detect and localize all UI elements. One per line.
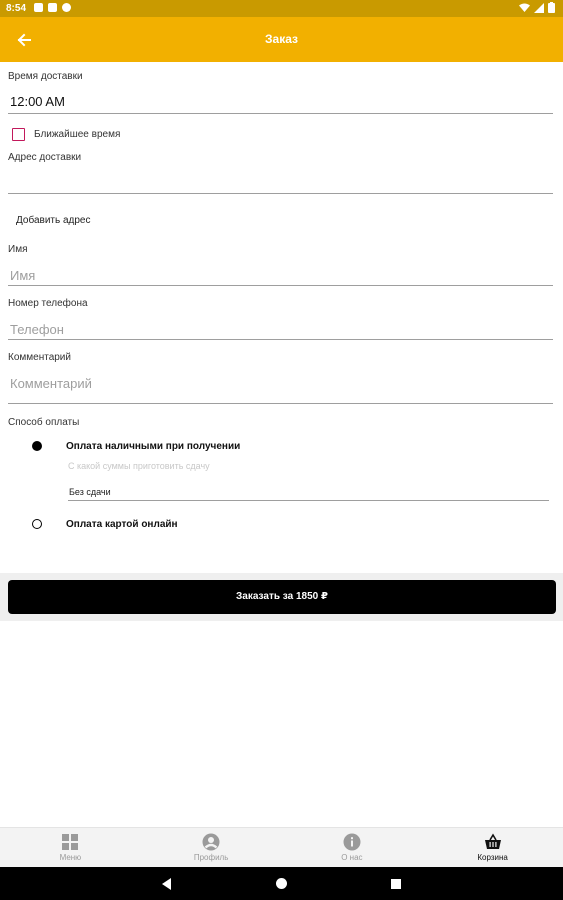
comment-label: Комментарий [8,352,71,363]
status-notification-icons [34,3,71,12]
payment-cash-label[interactable]: Оплата наличными при получении [66,441,240,452]
system-back-icon[interactable] [162,878,171,890]
system-home-icon[interactable] [276,878,287,889]
page-title: Заказ [265,32,298,46]
system-recents-icon[interactable] [391,879,401,889]
payment-card-radio[interactable] [32,519,42,529]
delivery-time-field[interactable]: 12:00 AM [8,88,553,114]
comment-placeholder: Комментарий [10,376,92,391]
change-amount-value: Без сдачи [69,487,111,497]
app-bar: Заказ [0,17,563,62]
phone-placeholder: Телефон [10,322,64,337]
wifi-icon [519,3,530,12]
change-hint: С какой суммы приготовить сдачу [68,461,210,471]
delivery-time-value: 12:00 AM [10,94,65,109]
notification-icon [34,3,43,12]
notification-icon [48,3,57,12]
delivery-time-label: Время доставки [8,71,83,82]
nearest-time-label: Ближайшее время [34,129,121,140]
nav-label-about: О нас [341,853,363,862]
payment-method-label: Способ оплаты [8,417,80,428]
place-order-button[interactable]: Заказать за 1850 ₽ [8,580,556,614]
name-placeholder: Имя [10,268,36,283]
nav-item-about[interactable]: О нас [282,828,423,867]
grid-icon [62,834,79,850]
nav-label-menu: Меню [59,853,82,862]
nearest-time-checkbox[interactable] [12,128,25,141]
phone-label: Номер телефона [8,298,88,309]
nav-label-profile: Профиль [193,853,229,862]
bottom-navigation: Меню Профиль О нас Корзина [0,827,563,867]
system-navigation-bar [0,867,563,900]
order-button-area: Заказать за 1850 ₽ [0,573,563,621]
payment-cash-radio[interactable] [32,441,42,451]
name-input[interactable]: Имя [8,260,553,286]
address-field[interactable] [8,168,553,194]
basket-icon [484,833,501,849]
add-address-button[interactable]: Добавить адрес [16,215,91,226]
nav-item-cart[interactable]: Корзина [422,828,563,867]
status-right-icons [519,2,555,13]
phone-input[interactable]: Телефон [8,314,553,340]
nav-item-menu[interactable]: Меню [0,828,141,867]
address-label: Адрес доставки [8,152,82,163]
info-icon [343,833,361,851]
name-label: Имя [8,244,28,255]
nav-item-profile[interactable]: Профиль [141,828,282,867]
payment-card-label[interactable]: Оплата картой онлайн [66,519,178,530]
profile-icon [202,833,220,851]
notification-icon [62,3,71,12]
comment-input[interactable]: Комментарий [8,368,553,404]
status-time: 8:54 [6,3,27,14]
battery-icon [548,2,555,13]
status-bar: 8:54 [0,0,563,17]
nav-label-cart: Корзина [477,853,508,862]
signal-icon [534,2,544,13]
change-amount-input[interactable]: Без сдачи [68,480,549,501]
